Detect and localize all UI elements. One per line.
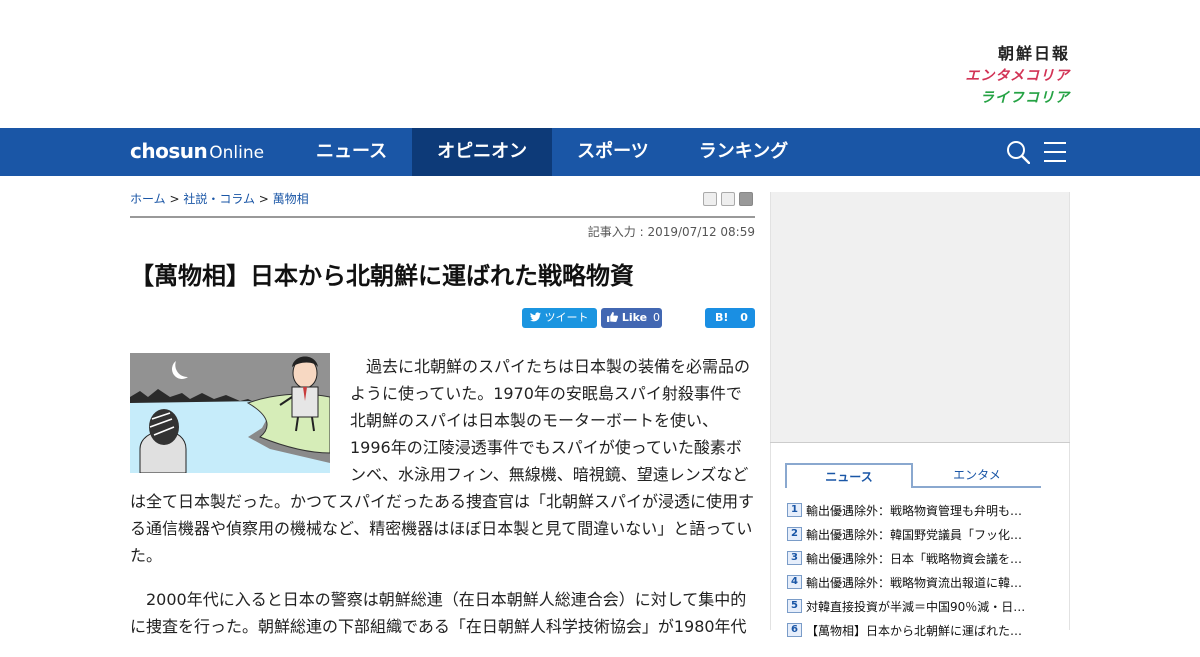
nav-item-opinion[interactable]: オピニオン [412, 128, 553, 176]
ranking-item-title[interactable]: 輸出優遇除外：戦略物資管理も弁明も… [806, 502, 1046, 519]
entame-korea-logo-link[interactable]: エンタメコリア [910, 64, 1070, 88]
facebook-like-button[interactable]: Like 0 [601, 308, 662, 328]
article-body: 過去に北朝鮮のスパイたちは日本製の装備を必需品のように使っていた。1970年の安… [130, 353, 755, 657]
sidebar-ad-slot [770, 192, 1070, 442]
rank-number: 2 [787, 527, 802, 541]
breadcrumb-separator: > [165, 192, 184, 206]
chosun-online-logo[interactable]: chosun Online [130, 139, 264, 165]
tweet-label: ツイート [544, 311, 589, 324]
rank-number: 6 [787, 623, 802, 637]
print-icon[interactable] [703, 192, 717, 206]
twitter-bird-icon [530, 312, 541, 322]
ranking-list: 1 輸出優遇除外：戦略物資管理も弁明も… 2 輸出優遇除外：韓国野党議員「フッ化… [787, 498, 1047, 642]
ranking-item-title[interactable]: 対韓直接投資が半減＝中国90％減・日… [806, 598, 1046, 615]
thumbs-up-icon [607, 312, 618, 322]
site-header: 朝鮮日報 エンタメコリア ライフコリア [0, 0, 1200, 128]
ranking-item[interactable]: 4 輸出優遇除外：戦略物資流出報道に韓… [787, 570, 1047, 594]
nav-item-sports[interactable]: スポーツ [552, 128, 674, 176]
ranking-item-title[interactable]: 輸出優遇除外：戦略物資流出報道に韓… [806, 574, 1046, 591]
back-arrow-icon[interactable] [739, 192, 753, 206]
ranking-item[interactable]: 1 輸出優遇除外：戦略物資管理も弁明も… [787, 498, 1047, 522]
rank-number: 5 [787, 599, 802, 613]
search-icon[interactable] [1006, 140, 1030, 164]
hatena-logo-icon: B! [715, 311, 729, 324]
ranking-item-title[interactable]: 輸出優遇除外：日本「戦略物資会議を… [806, 550, 1046, 567]
tab-entame[interactable]: エンタメ [913, 463, 1041, 488]
logo-light-text: Online [209, 143, 265, 163]
ranking-item[interactable]: 6 【萬物相】日本から北朝鮮に運ばれた… [787, 618, 1047, 642]
rank-number: 4 [787, 575, 802, 589]
ranking-item[interactable]: 2 輸出優遇除外：韓国野党議員「フッ化… [787, 522, 1047, 546]
rank-number: 1 [787, 503, 802, 517]
breadcrumb-home-link[interactable]: ホーム [130, 192, 166, 206]
main-nav: chosun Online ニュース オピニオン スポーツ ランキング [0, 128, 1200, 176]
breadcrumb-divider [130, 216, 755, 218]
hatena-count: 0 [740, 311, 748, 324]
ranking-item[interactable]: 5 対韓直接投資が半減＝中国90％減・日… [787, 594, 1047, 618]
ranking-item-title[interactable]: 輸出優遇除外：韓国野党議員「フッ化… [806, 526, 1046, 543]
article-tools [703, 192, 753, 206]
tweet-button[interactable]: ツイート [522, 308, 597, 328]
article-date: 記事入力 : 2019/07/12 08:59 [587, 225, 755, 239]
illustration-spacer [130, 353, 350, 487]
article-paragraph-2: 2000年代に入ると日本の警察は朝鮮総連（在日本朝鮮人総連合会）に対して集中的に… [130, 590, 747, 636]
text-view-icon[interactable] [721, 192, 735, 206]
hatena-bookmark-button[interactable]: B! 0 [705, 308, 755, 328]
ranking-item-title[interactable]: 【萬物相】日本から北朝鮮に運ばれた… [806, 622, 1046, 639]
tab-news[interactable]: ニュース [785, 463, 913, 488]
ranking-tabs: ニュース エンタメ [785, 463, 1041, 489]
like-count: 0 [652, 311, 660, 324]
breadcrumb-column-link[interactable]: 萬物相 [273, 192, 309, 206]
logo-bold-text: chosun [130, 139, 208, 163]
breadcrumb-separator: > [254, 192, 273, 206]
breadcrumb: ホーム > 社説・コラム > 萬物相 [130, 190, 309, 207]
like-label: Like [621, 311, 648, 324]
menu-icon[interactable] [1043, 140, 1067, 164]
nav-item-news[interactable]: ニュース [291, 128, 412, 176]
ranking-item[interactable]: 3 輸出優遇除外：日本「戦略物資会議を… [787, 546, 1047, 570]
chosun-ilbo-logo-link[interactable]: 朝鮮日報 [910, 44, 1070, 64]
rank-number: 3 [787, 551, 802, 565]
brand-links: 朝鮮日報 エンタメコリア ライフコリア [910, 44, 1070, 108]
article-title: 【萬物相】日本から北朝鮮に運ばれた戦略物資 [130, 262, 634, 290]
nav-menu: ニュース オピニオン スポーツ ランキング [291, 128, 813, 176]
life-korea-logo-link[interactable]: ライフコリア [910, 88, 1070, 108]
nav-item-ranking[interactable]: ランキング [674, 128, 813, 176]
breadcrumb-section-link[interactable]: 社説・コラム [183, 192, 255, 206]
